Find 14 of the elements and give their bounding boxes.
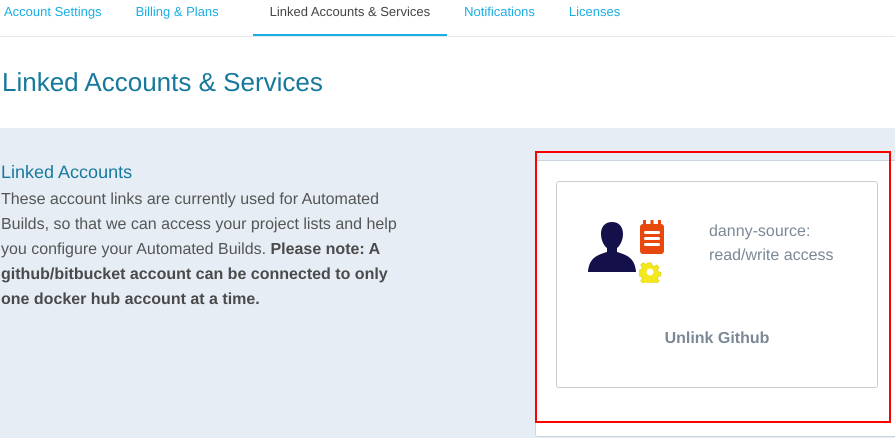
nav-tab[interactable]: Account Settings [4,0,102,36]
user-icon [587,220,637,274]
access-level: read/write access [709,246,834,266]
unlink-button[interactable]: Unlink Github [664,330,770,348]
notepad-icon [639,220,665,255]
gear-icon [639,261,661,283]
nav-tab[interactable]: Licenses [568,0,620,36]
section-heading: Linked Accounts [1,162,134,183]
page-title: Linked Accounts & Services [1,66,324,99]
nav-tab[interactable]: Notifications [464,0,535,36]
section-description: These account links are currently used for Automated Builds, so that we can access your project lists and help you configure your Automated Builds. Please note: A github/bitbucket account can be connected to only one docker hub account at a time. [1,190,398,310]
nav-tab[interactable]: Billing & Plans [136,0,219,36]
account-name: danny-source: [709,222,812,242]
nav-tab[interactable]: Linked Accounts & Services [252,0,448,36]
